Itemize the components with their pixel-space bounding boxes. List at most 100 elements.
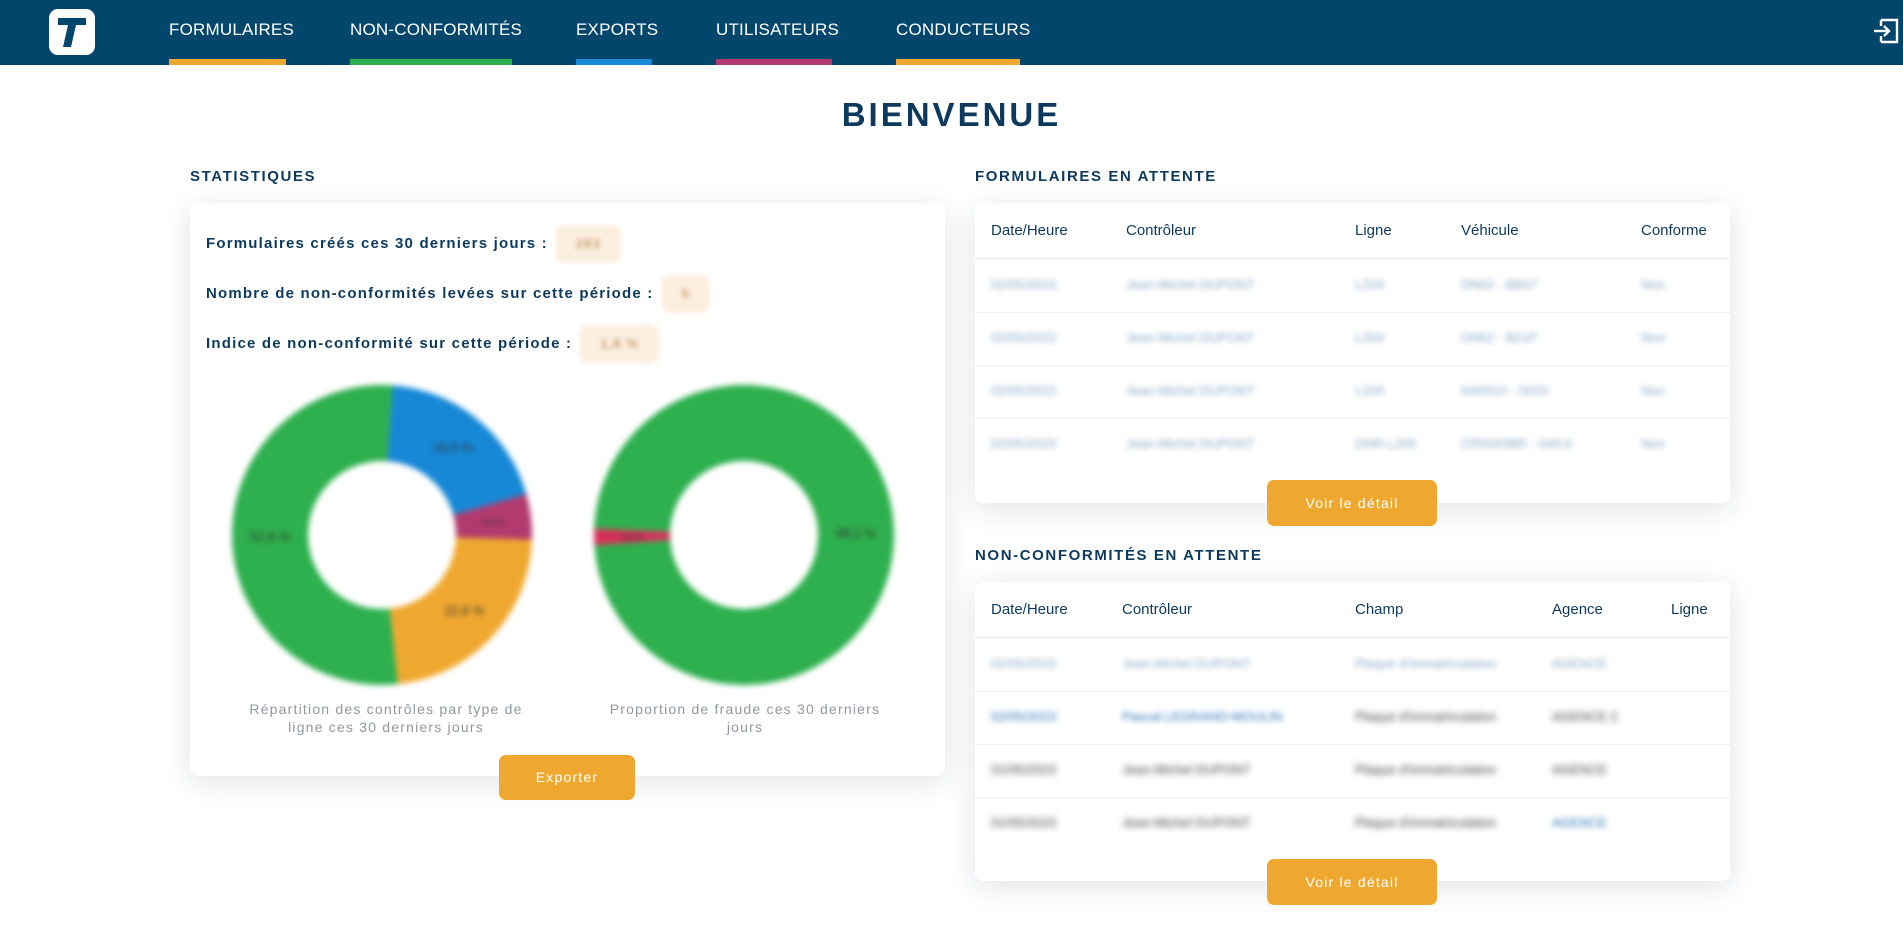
cell-vehicle: DN62 - B21P (1461, 330, 1538, 345)
nc-index-value: 1,8 % (580, 325, 660, 363)
cell-field: Plaque d'immatriculation (1355, 762, 1497, 777)
nav-label: NON-CONFORMITÉS (350, 20, 523, 39)
cell-controller: Jean-Michel DUPONT (1126, 277, 1255, 292)
cell-compliant: Non (1641, 436, 1665, 451)
chart-caption-fraud: Proportion de fraude ces 30 derniers jou… (609, 701, 881, 735)
nav-label: UTILISATEURS (716, 20, 839, 39)
chart-caption-line-types: Répartition des contrôles par type de li… (249, 701, 523, 735)
cell-vehicle: N40510 - S023 (1461, 383, 1549, 398)
cell-controller: Jean-Michel DUPONT (1122, 815, 1251, 830)
stats-section-title: STATISTIQUES (190, 168, 317, 185)
nav-label: FORMULAIRES (169, 20, 294, 39)
nav-non-conformites[interactable]: NON-CONFORMITÉS (350, 0, 522, 65)
column-header[interactable]: Contrôleur (1122, 601, 1192, 618)
nav-underline (716, 59, 832, 65)
pending-nc-card: Date/Heure Contrôleur Champ Agence Ligne… (975, 582, 1730, 881)
cell-controller: Jean-Michel DUPONT (1126, 383, 1255, 398)
column-header[interactable]: Contrôleur (1126, 222, 1196, 239)
column-header[interactable]: Champ (1355, 601, 1403, 618)
nav-underline (350, 59, 512, 65)
stats-card: Formulaires créés ces 30 derniers jours … (190, 203, 945, 776)
slice-label: 52,8 % (250, 529, 291, 544)
cell-agency: AGENCE 2 (1552, 709, 1618, 724)
cell-controller: Jean-Michel DUPONT (1122, 762, 1251, 777)
t-logo-icon[interactable] (49, 9, 95, 55)
table-row[interactable]: 01/05/2023 Jean-Michel DUPONT Plaque d'i… (975, 745, 1730, 798)
nav-exports[interactable]: EXPORTS (576, 0, 658, 65)
cell-line: L204 (1355, 330, 1384, 345)
cell-compliant: Non (1641, 330, 1665, 345)
column-header[interactable]: Ligne (1671, 601, 1708, 618)
slice-label: 1,8 % (621, 532, 644, 542)
donut-chart-fraud: 1,8 % 98,2 % (594, 385, 894, 685)
cell-line: L204 (1355, 383, 1384, 398)
cell-vehicle: DN62 - BB47 (1461, 277, 1538, 292)
nc-count-label: Nombre de non-conformités levées sur cet… (206, 284, 654, 302)
forms-created-label: Formulaires créés ces 30 derniers jours … (206, 234, 548, 252)
cell-date: 02/05/2023 (991, 709, 1057, 724)
pending-forms-detail-button[interactable]: Voir le détail (1267, 480, 1437, 526)
table-header: Date/Heure Contrôleur Ligne Véhicule Con… (975, 203, 1730, 259)
slice-label: 4,9 % (482, 517, 505, 527)
table-row[interactable]: 02/05/2023 Pascal LEGRAND-MOULIN Plaque … (975, 692, 1730, 745)
forms-created-value: 283 (555, 225, 622, 263)
cell-agency: AGENCE (1552, 815, 1607, 830)
nc-index-stat: Indice de non-conformité sur cette pério… (206, 325, 660, 363)
nav-formulaires[interactable]: FORMULAIRES (169, 0, 294, 65)
pending-nc-detail-button[interactable]: Voir le détail (1267, 859, 1437, 905)
cell-vehicle: CR5043BR - S40.6 (1461, 436, 1573, 451)
slice-label: 98,2 % (836, 526, 877, 541)
cell-controller: Pascal LEGRAND-MOULIN (1122, 709, 1283, 724)
column-header[interactable]: Date/Heure (991, 222, 1068, 239)
cell-date: 02/05/2023 (991, 277, 1057, 292)
cell-agency: AGENCE (1552, 762, 1607, 777)
cell-date: 02/05/2023 (991, 436, 1057, 451)
cell-agency: AGENCE (1552, 656, 1607, 671)
nc-count-stat: Nombre de non-conformités levées sur cet… (206, 275, 710, 313)
nav-label: EXPORTS (576, 20, 659, 39)
cell-date: 01/05/2023 (991, 815, 1057, 830)
column-header[interactable]: Ligne (1355, 222, 1392, 239)
nav-label: CONDUCTEURS (896, 20, 1031, 39)
slice-label: 19,5 % (432, 440, 473, 455)
table-row[interactable]: 02/05/2023 Jean-Michel DUPONT Plaque d'i… (975, 639, 1730, 692)
pending-forms-section-title: FORMULAIRES EN ATTENTE (975, 168, 1217, 185)
table-row[interactable]: 02/05/2023 Jean-Michel DUPONT L204 DN62 … (975, 260, 1730, 313)
cell-controller: Jean-Michel DUPONT (1126, 436, 1255, 451)
nav-utilisateurs[interactable]: UTILISATEURS (716, 0, 839, 65)
cell-controller: Jean-Michel DUPONT (1126, 330, 1255, 345)
top-navigation-bar: FORMULAIRES NON-CONFORMITÉS EXPORTS UTIL… (0, 0, 1903, 65)
cell-date: 02/05/2023 (991, 656, 1057, 671)
cell-compliant: Non (1641, 277, 1665, 292)
nav-underline (576, 59, 652, 65)
pending-forms-card: Date/Heure Contrôleur Ligne Véhicule Con… (975, 203, 1730, 503)
table-row[interactable]: 02/05/2023 Jean-Michel DUPONT DNR-L205 C… (975, 419, 1730, 472)
export-button[interactable]: Exporter (499, 755, 635, 800)
cell-date: 01/05/2023 (991, 762, 1057, 777)
cell-date: 02/05/2023 (991, 330, 1057, 345)
nav-underline (896, 59, 1020, 65)
slice-label: 22,8 % (444, 603, 485, 618)
nc-index-label: Indice de non-conformité sur cette pério… (206, 334, 573, 352)
table-row[interactable]: 02/05/2023 Jean-Michel DUPONT L204 DN62 … (975, 313, 1730, 366)
nav-underline (169, 59, 286, 65)
donut-chart-line-types: 19,5 % 4,9 % 22,8 % 52,8 % (232, 384, 532, 685)
column-header[interactable]: Agence (1552, 601, 1603, 618)
cell-field: Plaque d'immatriculation (1355, 656, 1497, 671)
table-row[interactable]: 02/05/2023 Jean-Michel DUPONT L204 N4051… (975, 366, 1730, 419)
table-row[interactable]: 01/05/2023 Jean-Michel DUPONT Plaque d'i… (975, 798, 1730, 851)
logout-icon[interactable] (1872, 17, 1900, 45)
cell-date: 02/05/2023 (991, 383, 1057, 398)
column-header[interactable]: Véhicule (1461, 222, 1519, 239)
forms-created-stat: Formulaires créés ces 30 derniers jours … (206, 225, 622, 263)
column-header[interactable]: Conforme (1641, 222, 1707, 239)
page-title: BIENVENUE (841, 96, 1062, 133)
cell-line: L204 (1355, 277, 1384, 292)
cell-field: Plaque d'immatriculation (1355, 709, 1497, 724)
nav-conducteurs[interactable]: CONDUCTEURS (896, 0, 1030, 65)
cell-compliant: Non (1641, 383, 1665, 398)
nc-count-value: 5 (661, 275, 710, 313)
pending-nc-section-title: NON-CONFORMITÉS EN ATTENTE (975, 547, 1263, 564)
column-header[interactable]: Date/Heure (991, 601, 1068, 618)
cell-field: Plaque d'immatriculation (1355, 815, 1497, 830)
